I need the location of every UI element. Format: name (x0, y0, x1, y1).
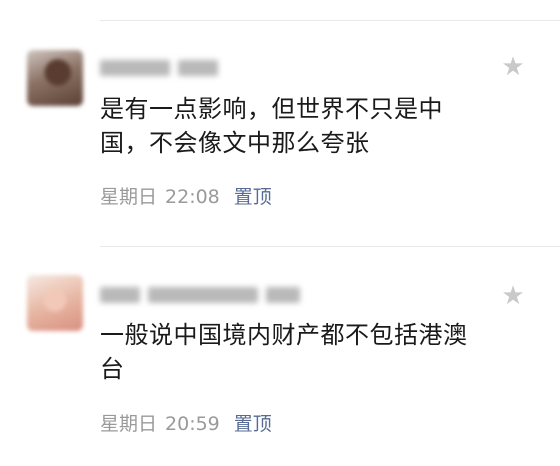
avatar[interactable] (27, 275, 83, 331)
comment-meta: 星期日 20:59 置顶 (100, 412, 272, 436)
comment-day: 星期日 (100, 413, 158, 435)
star-icon[interactable]: ★ (500, 283, 526, 309)
comment-meta: 星期日 22:08 置顶 (100, 185, 272, 209)
top-divider (100, 20, 560, 21)
pin-button[interactable]: 置顶 (234, 413, 272, 435)
star-icon[interactable]: ★ (500, 54, 526, 80)
comment-day: 星期日 (100, 186, 158, 208)
comment-time: 20:59 (165, 413, 220, 435)
comment-divider (100, 246, 560, 247)
redacted-nickname (100, 58, 218, 78)
redacted-nickname (100, 285, 300, 305)
avatar[interactable] (27, 50, 83, 106)
comment-time: 22:08 (165, 186, 220, 208)
comments-page: ★ 是有一点影响，但世界不只是中国，不会像文中那么夸张 星期日 22:08 置顶 ★… (0, 0, 560, 466)
pin-button[interactable]: 置顶 (234, 186, 272, 208)
comment-content: 一般说中国境内财产都不包括港澳台 (100, 321, 468, 383)
comment-content: 是有一点影响，但世界不只是中国，不会像文中那么夸张 (100, 95, 443, 157)
